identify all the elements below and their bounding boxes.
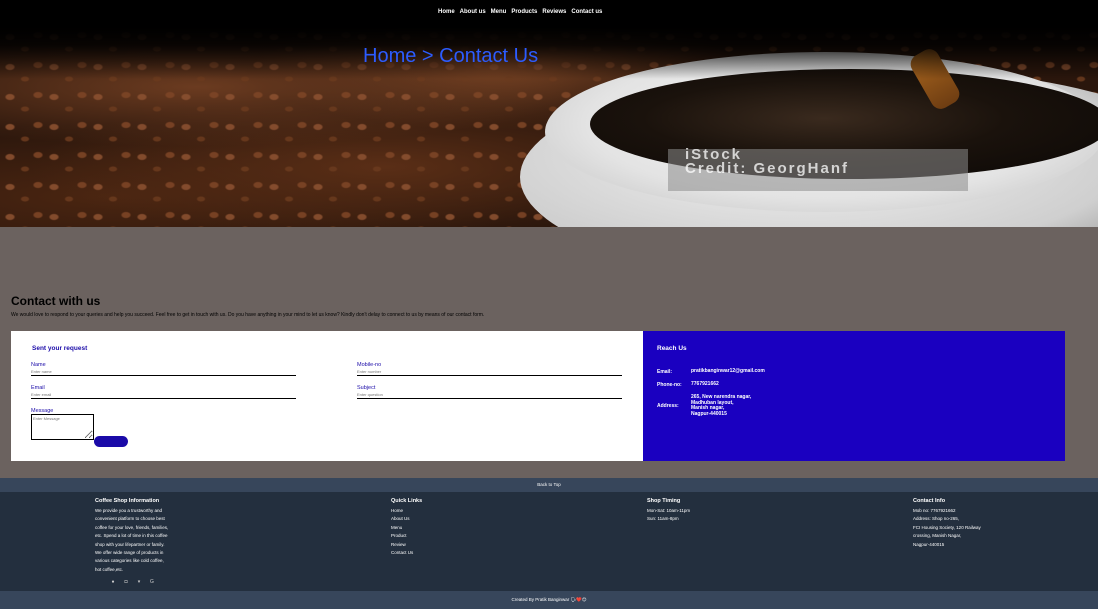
reach-phone-label: Phone-no: [657,382,682,388]
breadcrumb: Home > Contact Us [363,45,539,67]
name-field-group: Name [31,362,296,376]
footer-link-home[interactable]: Home [391,507,422,515]
nav-item-contact[interactable]: Contact us [571,9,602,15]
nav-item-products[interactable]: Products [511,9,537,15]
facebook-icon[interactable]: ● [110,579,116,585]
footer-links-heading: Quick Links [391,498,423,504]
nav-item-reviews[interactable]: Reviews [542,9,566,15]
name-input[interactable] [31,368,296,376]
message-textarea[interactable] [31,414,94,440]
footer-contact-column: Contact Info Mob no: 7767921662 Address:… [913,498,981,549]
footer-link-review[interactable]: Review [391,541,422,549]
footer-info-line: shop with your lifepartner or family. [95,541,165,547]
footer-link-contact[interactable]: Contact Us [391,549,422,557]
reach-us-panel: Reach Us Email: pratikbanginwar12@gmail.… [643,331,1065,461]
footer-timing-line: Sun: 11am-8pm [647,516,679,522]
social-links: ● ◘ ▾ G [110,579,155,585]
google-icon[interactable]: G [149,579,155,585]
nav-item-about[interactable]: About us [460,9,486,15]
page-title: Contact with us [11,294,101,308]
footer-contact-line: crossing, Manish Nagar, [913,533,962,539]
instagram-icon[interactable]: ◘ [123,579,129,585]
nav-item-menu[interactable]: Menu [491,9,507,15]
footer-contact-line: Address: Shop no-265, [913,516,960,522]
nav-item-home[interactable]: Home [438,9,455,15]
footer-contact-heading: Contact Info [913,498,946,504]
footer-contact-line: Nagpur-440015 [913,541,945,547]
reach-heading: Reach Us [657,345,687,352]
footer-timing-column: Shop Timing Mon-Sat: 10am-11pm Sun: 11am… [647,498,690,524]
mobile-input[interactable] [357,368,622,376]
twitter-icon[interactable]: ▾ [136,579,142,585]
reach-address-value: 265, New narendra nagar, Madhuban layout… [691,394,751,417]
contact-form-panel: Sent your request Name Mobile-no Email S… [11,331,643,461]
footer-info-column: Coffee Shop Information We provide you a… [95,498,168,574]
address-line: Nagpur-440015 [691,410,727,417]
reach-phone-row: Phone-no: 7767921662 [657,381,719,388]
istock-watermark: iStock Credit: GeorgHanf [685,146,850,177]
footer-contact-line: Mob no: 7767921662 [913,508,956,513]
form-heading: Sent your request [32,345,88,352]
footer-links-column: Quick Links Home About Us Menu Product R… [391,498,422,557]
footer-credit: Created By Pratik Banginwar 🗣❤️😊 [0,591,1098,609]
footer-info-line: etc. Spend a lot of time in this coffee [95,533,168,539]
email-field-group: Email [31,385,296,399]
reach-email-row: Email: pratikbanginwar12@gmail.com [657,368,765,375]
email-input[interactable] [31,391,296,399]
footer-link-menu[interactable]: Menu [391,524,422,532]
contact-description: We would love to respond to your queries… [11,312,485,318]
reach-email-label: Email: [657,369,673,375]
footer-contact-line: FCI Housing Society, 120 Railway [913,524,981,530]
reach-email-value[interactable]: pratikbanginwar12@gmail.com [691,368,765,375]
message-field-group: Message [31,408,94,440]
reach-address-label: Address: [657,403,679,409]
nav-menu: Home About us Menu Products Reviews Cont… [438,9,602,15]
mobile-field-group: Mobile-no [357,362,622,376]
top-navbar: Home About us Menu Products Reviews Cont… [0,0,1098,27]
footer-timing-heading: Shop Timing [647,498,681,504]
footer-link-about[interactable]: About Us [391,515,422,523]
footer: Coffee Shop Information We provide you a… [0,492,1098,591]
footer-info-line: We offer wide range of products in [95,550,164,556]
footer-info-line: convenient platform to choose best [95,516,165,522]
subject-field-group: Subject [357,385,622,399]
footer-info-line: hot coffee,etc. [95,566,124,572]
hero-banner: iStock Credit: GeorgHanf Home > Contact … [0,27,1098,227]
footer-info-line: various categories like cold coffee, [95,558,164,564]
send-button[interactable] [94,436,128,447]
subject-input[interactable] [357,391,622,399]
footer-info-line: We provide you a trustworthy and [95,508,162,513]
back-to-top-button[interactable]: Back to Top [0,478,1098,492]
footer-link-product[interactable]: Product [391,532,422,540]
footer-info-line: coffee for your love, friends, families, [95,524,169,530]
reach-phone-value: 7767921662 [691,381,719,387]
reach-address-row: Address: 265, New narendra nagar, Madhub… [657,394,751,417]
footer-timing-line: Mon-Sat: 10am-11pm [647,508,691,513]
hero-top-shade [0,27,1098,79]
footer-info-heading: Coffee Shop Information [95,498,160,504]
